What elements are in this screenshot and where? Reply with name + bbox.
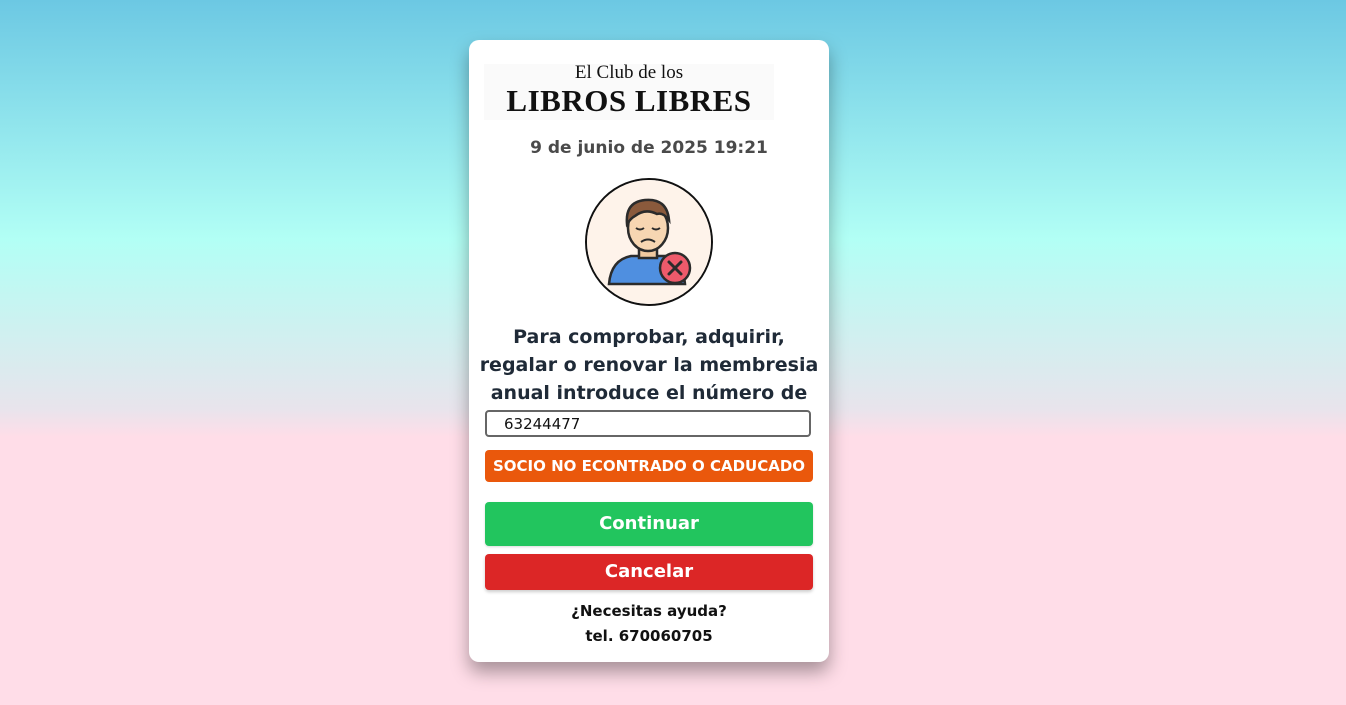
help-question: ¿Necesitas ayuda?: [571, 602, 727, 620]
logo-line1: El Club de los: [574, 62, 684, 83]
membership-card: El Club de los LIBROS LIBRES 9 de junio …: [469, 40, 829, 662]
status-message-button[interactable]: SOCIO NO ECONTRADO O CADUCADO: [485, 450, 813, 482]
help-phone: tel. 670060705: [585, 627, 713, 645]
user-not-found-icon: [585, 178, 713, 306]
continue-button[interactable]: Continuar: [485, 502, 813, 546]
datetime: 9 de junio de 2025 19:21: [530, 138, 768, 158]
help-section: ¿Necesitas ayuda? tel. 670060705: [469, 599, 829, 649]
club-logo: El Club de los LIBROS LIBRES: [484, 62, 774, 120]
cancel-button[interactable]: Cancelar: [485, 554, 813, 590]
logo-line2: LIBROS LIBRES: [506, 83, 752, 118]
phone-input[interactable]: [485, 410, 811, 437]
